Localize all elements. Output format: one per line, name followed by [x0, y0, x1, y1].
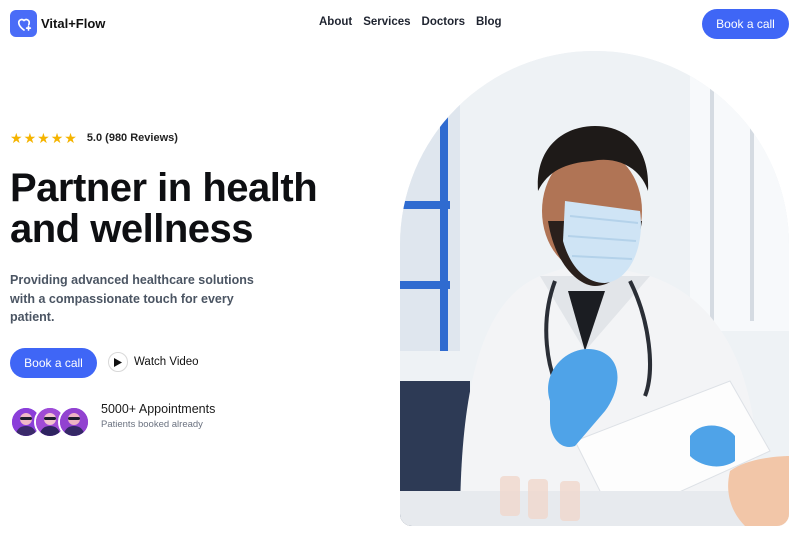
nav-services[interactable]: Services [363, 16, 410, 28]
star-icon: ★ [10, 130, 23, 146]
appointments-count: 5000+ Appointments [101, 402, 216, 416]
nav-doctors[interactable]: Doctors [422, 16, 465, 28]
rating-text: 5.0 (980 Reviews) [86, 132, 178, 144]
star-icon: ★ [23, 130, 37, 146]
doctor-hero-image [400, 51, 789, 526]
header-book-call-button[interactable]: Book a call [702, 9, 789, 39]
appointments-caption: Patients booked already [101, 419, 203, 430]
appointments-stat: 5000+ Appointments Patients booked alrea… [101, 402, 215, 430]
header: Vital+Flow About Services Doctors Blog B… [0, 0, 796, 48]
rating: ★ ★ ★ ★ ★ 5.0 (980 Reviews) [10, 131, 178, 145]
star-icon: ★ [50, 130, 64, 146]
main-nav: About Services Doctors Blog [319, 16, 502, 28]
star-icon: ★ [37, 130, 50, 146]
book-call-button[interactable]: Book a call [10, 348, 97, 378]
brand-name: Vital+Flow [41, 16, 106, 31]
nav-about[interactable]: About [319, 16, 352, 28]
brand-logo[interactable]: Vital+Flow [10, 10, 105, 37]
avatar [58, 406, 90, 438]
play-icon [108, 352, 128, 372]
watch-video-label: Watch Video [134, 356, 199, 368]
heart-plus-icon [10, 10, 37, 37]
nav-blog[interactable]: Blog [476, 16, 502, 28]
avatar-group [10, 406, 90, 438]
star-icon: ★ [64, 130, 77, 146]
rating-stars: ★ ★ ★ ★ ★ [10, 131, 77, 145]
page-title: Partner in health and wellness [10, 166, 318, 251]
hero-subtitle: Providing advanced healthcare solutions … [10, 273, 254, 324]
watch-video-link[interactable]: Watch Video [108, 352, 199, 372]
